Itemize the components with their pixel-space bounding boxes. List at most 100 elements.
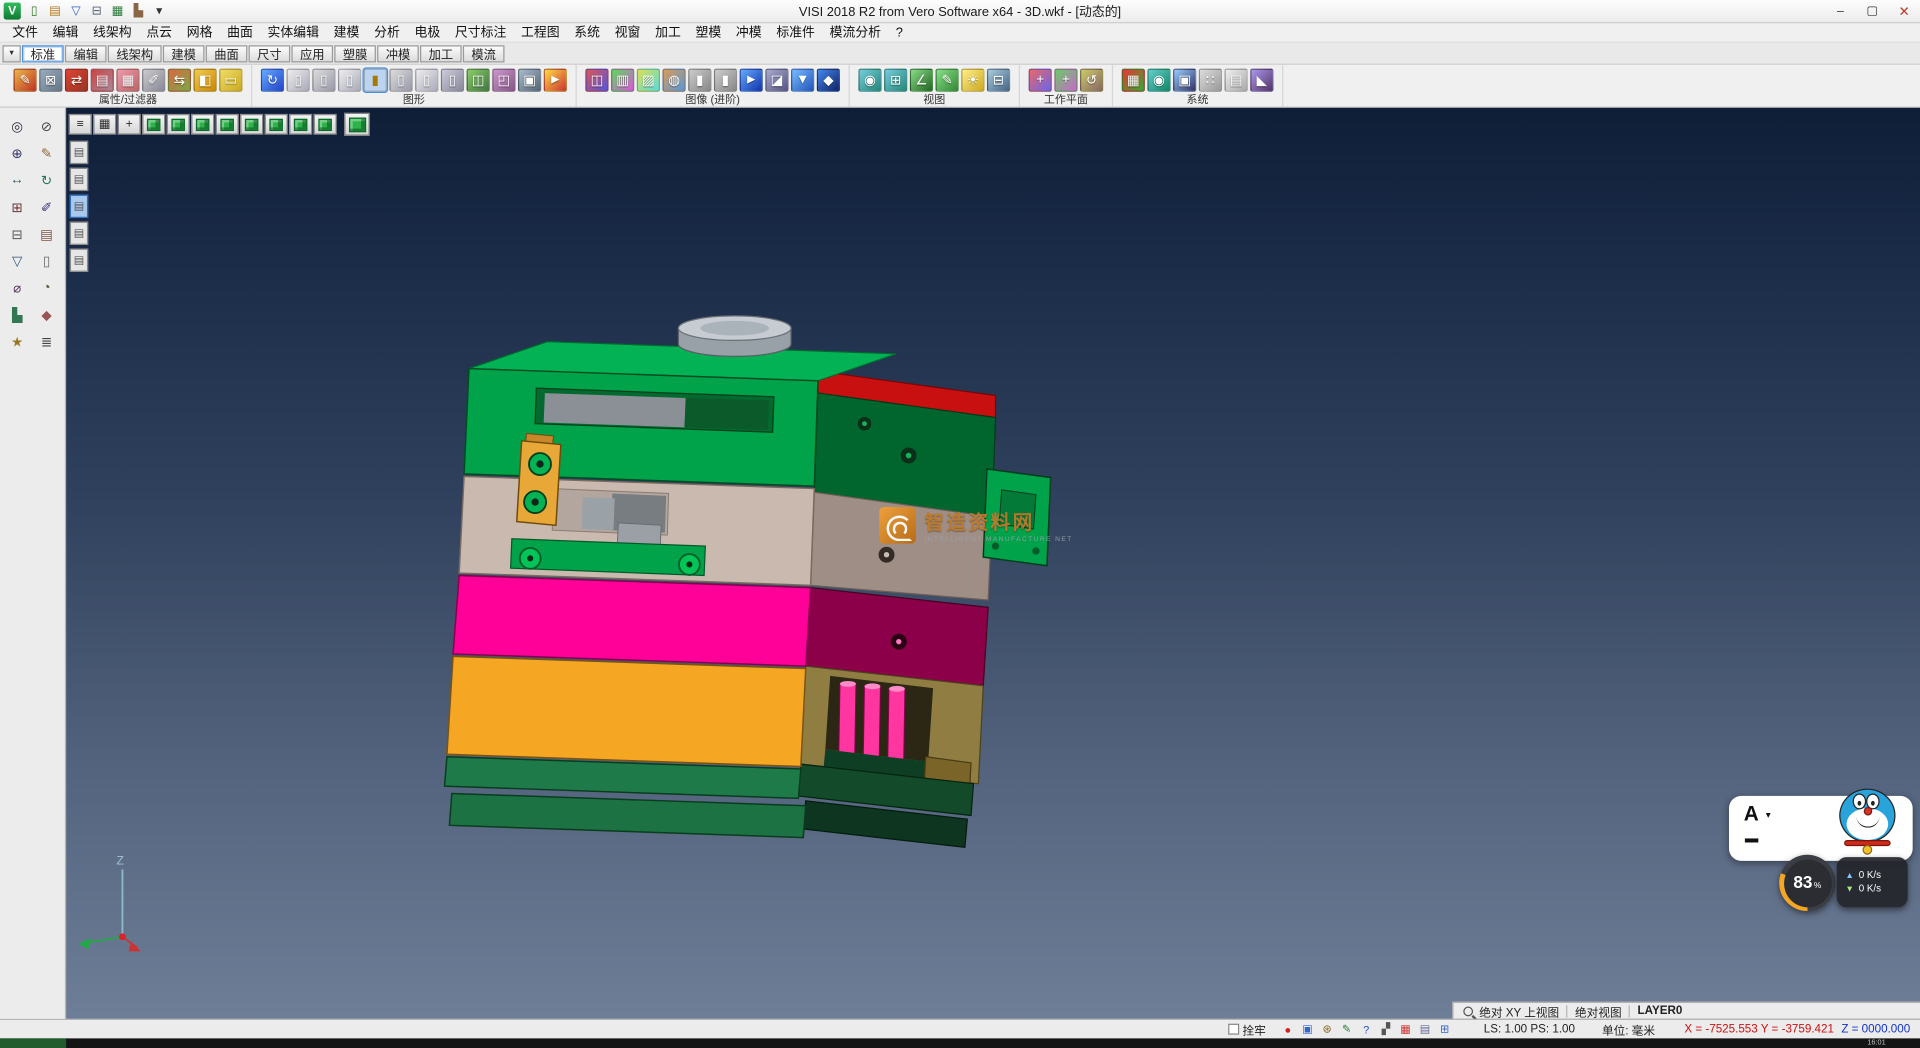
- render-section-icon[interactable]: ◪: [765, 68, 788, 91]
- sidebar-rotate-icon[interactable]: ↻: [33, 168, 60, 192]
- render-bands-icon[interactable]: ▥: [611, 68, 634, 91]
- attr-exchange-icon[interactable]: ⇄: [65, 68, 88, 91]
- redraw-icon[interactable]: ↻: [261, 68, 284, 91]
- view-angle-icon[interactable]: ∠: [910, 68, 933, 91]
- qa-more-icon[interactable]: ▾: [149, 2, 169, 20]
- sidebar-sketch-icon[interactable]: ✎: [33, 141, 60, 165]
- qa-new-icon[interactable]: ▯: [24, 2, 44, 20]
- maximize-button[interactable]: ▢: [1856, 1, 1888, 22]
- render-curvature-icon[interactable]: ◍: [662, 68, 685, 91]
- overlay-widget[interactable]: A ▾ ▬: [1729, 796, 1913, 861]
- sidebar-measure-icon[interactable]: ⌀: [4, 276, 31, 300]
- lock-toggle[interactable]: 拴牢: [1228, 1021, 1266, 1038]
- sidebar-star-icon[interactable]: ★: [4, 329, 31, 353]
- system-globe-icon[interactable]: ◉: [1147, 68, 1170, 91]
- search-icon[interactable]: [1463, 1006, 1473, 1016]
- menu-item-5[interactable]: 曲面: [220, 23, 260, 43]
- sidebar-move-icon[interactable]: ↔: [4, 168, 31, 192]
- sidebar-snap-icon[interactable]: ⊕: [4, 141, 31, 165]
- filter-select-icon[interactable]: ▤: [91, 68, 114, 91]
- qa-save-icon[interactable]: ▽: [66, 2, 86, 20]
- filter-arrows-icon[interactable]: ⇆: [168, 68, 191, 91]
- menu-item-7[interactable]: 建模: [326, 23, 366, 43]
- sidebar-select-icon[interactable]: ◎: [4, 114, 31, 138]
- system-table-icon[interactable]: ▤: [1225, 68, 1248, 91]
- battery-badge[interactable]: 83 %: [1779, 855, 1835, 911]
- status-calc-icon[interactable]: ▤: [1416, 1021, 1433, 1037]
- render-cylinder-icon[interactable]: ▮: [688, 68, 711, 91]
- attr-modify-icon[interactable]: ✎: [13, 68, 36, 91]
- tab-2[interactable]: 线架构: [108, 45, 162, 62]
- display-wireframe-icon[interactable]: ▯: [287, 68, 310, 91]
- tab-dropdown-icon[interactable]: ▼: [2, 45, 20, 62]
- status-record-icon[interactable]: ●: [1279, 1021, 1296, 1037]
- tab-7[interactable]: 塑膜: [334, 45, 376, 62]
- sidebar-sheet-icon[interactable]: ▤: [33, 222, 60, 246]
- tab-3[interactable]: 建模: [163, 45, 205, 62]
- net-speed-widget[interactable]: ▲ 0 K/s ▼ 0 K/s: [1837, 857, 1908, 907]
- menu-item-4[interactable]: 网格: [179, 23, 219, 43]
- shade-settings-icon[interactable]: ◫: [467, 68, 490, 91]
- graphic-box-icon[interactable]: ◰: [492, 68, 515, 91]
- menu-item-19[interactable]: ?: [888, 23, 910, 43]
- sidebar-chart-icon[interactable]: ▙: [4, 302, 31, 326]
- menu-item-16[interactable]: 冲模: [729, 23, 769, 43]
- system-grid-icon[interactable]: ∷: [1199, 68, 1222, 91]
- render-arrow-icon[interactable]: ►: [740, 68, 763, 91]
- menu-item-15[interactable]: 塑模: [688, 23, 728, 43]
- graphic-capture-icon[interactable]: ▣: [518, 68, 541, 91]
- view-zoom-window-icon[interactable]: ⊞: [884, 68, 907, 91]
- layer-indicator[interactable]: LAYER0: [1638, 1004, 1683, 1017]
- menu-item-18[interactable]: 模流分析: [822, 23, 888, 43]
- tab-0[interactable]: 标准: [22, 45, 64, 62]
- render-funnel-icon[interactable]: ▼: [791, 68, 814, 91]
- sidebar-print-icon[interactable]: ⊟: [4, 222, 31, 246]
- attr-clean-icon[interactable]: ▭: [219, 68, 242, 91]
- lock-checkbox[interactable]: [1228, 1024, 1239, 1035]
- minimize-button[interactable]: –: [1825, 1, 1857, 22]
- tab-5[interactable]: 尺寸: [249, 45, 291, 62]
- display-hidden-line-icon[interactable]: ▯: [312, 68, 335, 91]
- menu-item-0[interactable]: 文件: [5, 23, 45, 43]
- system-colors-icon[interactable]: ▦: [1122, 68, 1145, 91]
- status-capture-icon[interactable]: ▣: [1299, 1021, 1316, 1037]
- display-ghost-icon[interactable]: ▯: [441, 68, 464, 91]
- tab-10[interactable]: 模流: [463, 45, 505, 62]
- menu-item-1[interactable]: 编辑: [45, 23, 85, 43]
- attr-copy-icon[interactable]: ⊠: [39, 68, 62, 91]
- sidebar-layers-icon[interactable]: ≣: [33, 329, 60, 353]
- menu-item-3[interactable]: 点云: [139, 23, 179, 43]
- display-shaded-icon[interactable]: ▯: [338, 68, 361, 91]
- menu-item-12[interactable]: 系统: [567, 23, 607, 43]
- menu-item-17[interactable]: 标准件: [769, 23, 822, 43]
- taskbar-start-fragment[interactable]: [0, 1038, 66, 1048]
- display-transparent-icon[interactable]: ▯: [415, 68, 438, 91]
- sidebar-page-icon[interactable]: ▯: [33, 249, 60, 273]
- render-drop-icon[interactable]: ◆: [817, 68, 840, 91]
- render-cylinder2-icon[interactable]: ▮: [714, 68, 737, 91]
- mold-3d-model[interactable]: Z: [66, 108, 1920, 1019]
- qa-print-icon[interactable]: ⊟: [87, 2, 107, 20]
- tab-9[interactable]: 加工: [420, 45, 462, 62]
- view-sketch-icon[interactable]: ✎: [936, 68, 959, 91]
- workplane-rotate-icon[interactable]: ↺: [1080, 68, 1103, 91]
- workplane-align-icon[interactable]: +: [1054, 68, 1077, 91]
- view-mode-label[interactable]: 绝对 XY 上视图: [1479, 1002, 1559, 1019]
- menu-item-8[interactable]: 分析: [367, 23, 407, 43]
- workplane-axis-icon[interactable]: +: [1029, 68, 1052, 91]
- tab-8[interactable]: 冲模: [377, 45, 419, 62]
- absolute-view-label[interactable]: 绝对视图: [1575, 1002, 1622, 1019]
- attr-tag-icon[interactable]: ◧: [193, 68, 216, 91]
- status-snap-icon[interactable]: ⊞: [1436, 1021, 1453, 1037]
- sidebar-save-icon[interactable]: ▽: [4, 249, 31, 273]
- display-shaded-edges-icon[interactable]: ▮: [364, 68, 387, 91]
- attr-pencil-icon[interactable]: ✐: [142, 68, 165, 91]
- menu-item-13[interactable]: 视窗: [607, 23, 647, 43]
- sidebar-palette-icon[interactable]: ◆: [33, 302, 60, 326]
- view-gallery-icon[interactable]: ⊟: [987, 68, 1010, 91]
- tab-4[interactable]: 曲面: [206, 45, 248, 62]
- sidebar-array-icon[interactable]: ⊞: [4, 195, 31, 219]
- status-stats-icon[interactable]: ▞: [1377, 1021, 1394, 1037]
- system-plane-icon[interactable]: ◣: [1250, 68, 1273, 91]
- tab-6[interactable]: 应用: [291, 45, 333, 62]
